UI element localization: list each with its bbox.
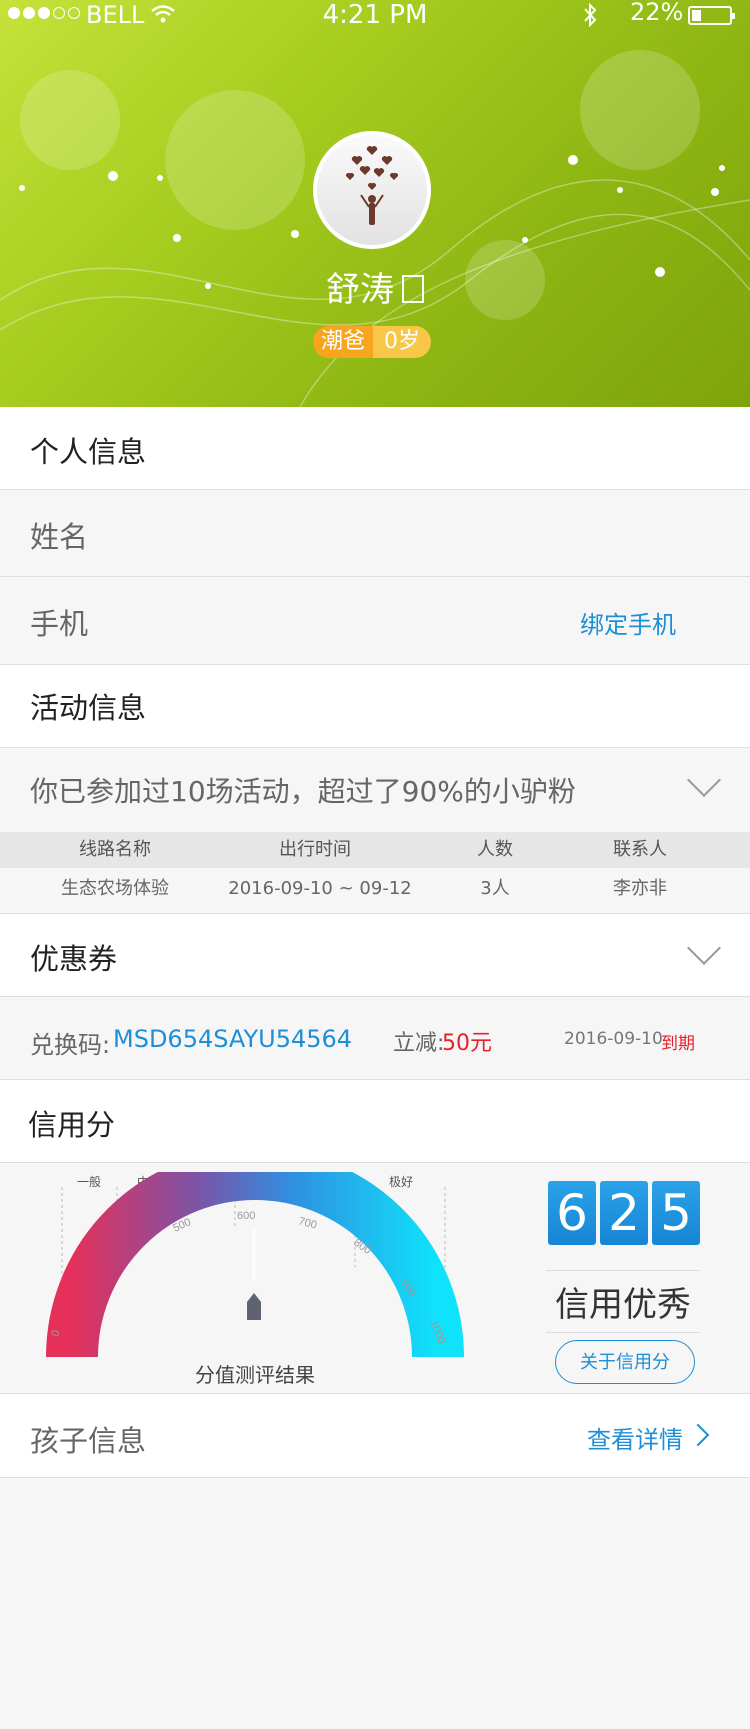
score-digit: 6 [548,1181,596,1245]
role-badge: 潮爸 0岁 [313,326,431,358]
credit-score: 6 2 5 [548,1181,700,1245]
bluetooth-icon [584,2,597,28]
tick-label: 700 [297,1215,318,1231]
age-label: 0岁 [373,326,431,358]
view-details-link[interactable]: 查看详情 [587,1420,683,1455]
people-count: 3人 [480,878,510,899]
role-label: 潮爸 [313,326,373,358]
travel-time: 2016-09-10 ~ 09-12 [228,878,412,899]
chevron-down-icon[interactable] [687,931,721,965]
section-title: 个人信息 [30,435,147,469]
level-label: 一般 [77,1174,101,1189]
chevron-down-icon[interactable] [687,763,721,797]
section-title: 孩子信息 [30,1424,147,1458]
name-label: 姓名 [30,520,89,554]
battery-icon [688,6,735,25]
activity-summary: 你已参加过10场活动，超过了90%的小驴粉 [30,775,576,808]
edit-icon[interactable] [402,275,424,303]
credit-rating: 信用优秀 [546,1270,700,1333]
contact-person: 李亦非 [613,878,667,899]
tick-label: 600 [237,1210,255,1222]
score-digit: 2 [600,1181,648,1245]
discount-label: 立减: [393,1031,445,1056]
section-title: 信用分 [28,1108,116,1142]
credit-gauge: 一般 中等 良好 优秀 极好 0 500 600 700 800 900 100… [46,1172,464,1387]
bind-phone-link[interactable]: 绑定手机 [580,605,676,640]
section-activity-header: 活动信息 [0,665,750,748]
section-title: 活动信息 [30,691,147,725]
coupon-row[interactable]: 兑换码: MSD654SAYU54564 立减: 50元 2016-09-10 … [0,997,750,1080]
section-coupon-header[interactable]: 优惠券 [0,914,750,997]
phone-row: 手机 绑定手机 [0,577,750,665]
gauge-caption: 分值测评结果 [195,1364,315,1387]
discount-value: 50元 [442,1031,492,1056]
chevron-right-icon[interactable] [686,1423,710,1447]
expire-date: 2016-09-10 [564,1029,663,1049]
route-name: 生态农场体验 [61,878,169,899]
activity-table-header: 线路名称 出行时间 人数 联系人 [0,832,750,868]
section-title: 优惠券 [30,942,118,976]
status-bar: BELL 4:21 PM 22% [0,0,750,32]
expire-label: 到期 [661,1034,695,1054]
child-info-row[interactable]: 孩子信息 查看详情 [0,1394,750,1478]
name-row[interactable]: 姓名 [0,490,750,577]
column-header: 联系人 [613,839,667,860]
activity-summary-row[interactable]: 你已参加过10场活动，超过了90%的小驴粉 [0,748,750,832]
score-digit: 5 [652,1181,700,1245]
about-credit-button[interactable]: 关于信用分 [555,1340,695,1384]
user-name-row: 舒涛 [0,262,750,311]
gauge-needle [247,1293,261,1320]
phone-label: 手机 [30,607,89,641]
battery-percent: 22% [630,0,684,26]
section-personal-header: 个人信息 [0,407,750,490]
code-label: 兑换码: [30,1031,111,1059]
coupon-code: MSD654SAYU54564 [113,1025,353,1053]
table-row[interactable]: 生态农场体验 2016-09-10 ~ 09-12 3人 李亦非 [0,868,750,914]
level-label: 极好 [389,1175,413,1189]
profile-header: BELL 4:21 PM 22% 舒涛 潮爸 0岁 [0,0,750,407]
column-header: 出行时间 [279,839,351,860]
column-header: 线路名称 [79,839,151,860]
avatar[interactable] [313,131,431,249]
column-header: 人数 [477,839,513,860]
section-credit-header: 信用分 [0,1080,750,1163]
user-name: 舒涛 [326,270,394,310]
